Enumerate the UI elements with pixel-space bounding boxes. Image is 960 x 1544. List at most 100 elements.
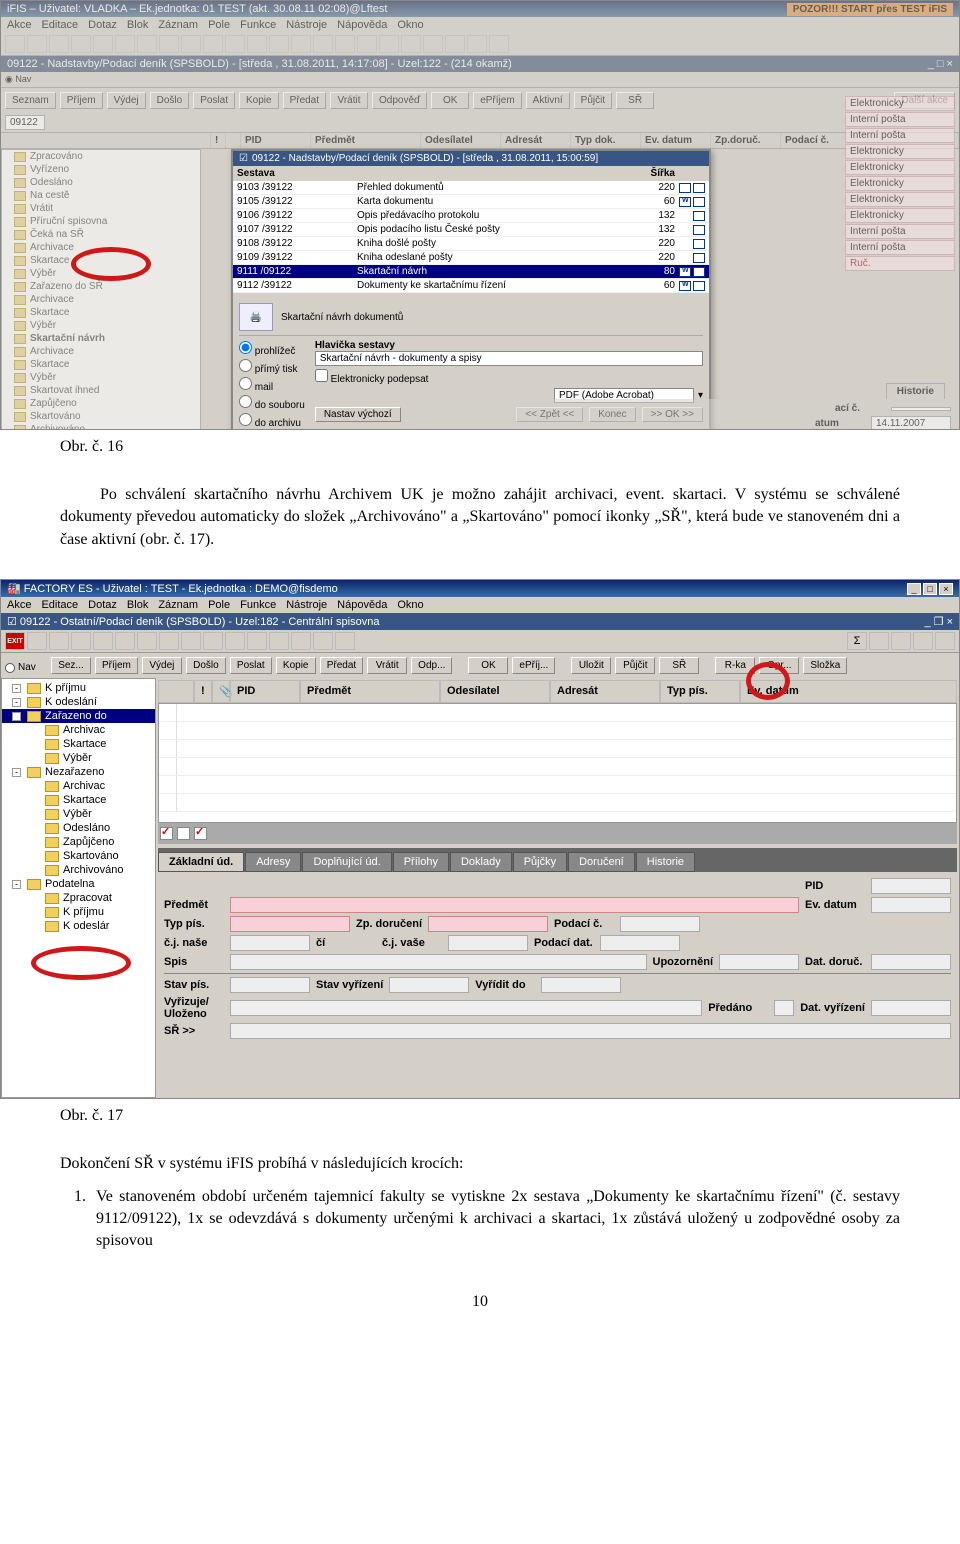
- tree-node[interactable]: Archivac: [2, 723, 155, 737]
- tree-node[interactable]: Příruční spisovna: [2, 215, 200, 228]
- tree-node[interactable]: Skartace: [2, 254, 200, 267]
- pujcit-button[interactable]: Půjčit: [574, 92, 612, 109]
- kopie-button[interactable]: Kopie: [239, 92, 279, 109]
- tab-historie[interactable]: Historie: [886, 383, 945, 399]
- output-options[interactable]: prohlížeč přímý tisk mail do souboru do …: [239, 340, 305, 430]
- stavvyriz-field[interactable]: [389, 977, 469, 993]
- tree-node[interactable]: Odesláno: [2, 821, 155, 835]
- report-row[interactable]: 9109 /39122Kniha odeslané pošty220: [233, 251, 709, 265]
- tree-node[interactable]: Výběr: [2, 371, 200, 384]
- tree-node[interactable]: Zapůjčeno: [2, 397, 200, 410]
- tree-node[interactable]: Odesláno: [2, 176, 200, 189]
- tree-node[interactable]: K odeslár: [2, 919, 155, 933]
- hdr-value[interactable]: Skartační návrh - dokumenty a spisy: [315, 351, 703, 366]
- tree-node[interactable]: Výběr: [2, 807, 155, 821]
- report-row[interactable]: 9103 /39122Přehled dokumentů220: [233, 181, 709, 195]
- tree-node[interactable]: -Nezařazeno: [2, 765, 155, 779]
- icon-toolbar-2[interactable]: EXIT Σ: [1, 630, 959, 653]
- tree-node[interactable]: Zapůjčeno: [2, 835, 155, 849]
- cjvase-field[interactable]: [448, 935, 528, 951]
- vyridit-field[interactable]: [541, 977, 621, 993]
- tab-adresy[interactable]: Adresy: [245, 852, 301, 872]
- ulozit-button[interactable]: Uložit: [571, 657, 611, 674]
- toolbar-icon[interactable]: [5, 35, 25, 53]
- opt-primy-tisk[interactable]: [239, 359, 252, 372]
- main-menu[interactable]: AkceEditaceDotazBlokZáznamPoleFunkceNást…: [1, 17, 959, 33]
- ok-button[interactable]: OK: [468, 657, 508, 674]
- typpis-field[interactable]: [230, 916, 350, 932]
- rka-button[interactable]: R-ka: [715, 657, 755, 674]
- report-row[interactable]: 9107 /39122Opis podacího listu České poš…: [233, 223, 709, 237]
- folder-tree-2[interactable]: -K příjmu-K odeslání-Zařazeno doArchivac…: [1, 678, 156, 1098]
- tree-node[interactable]: Zařazeno do SŘ: [2, 280, 200, 293]
- sr-button[interactable]: SŘ: [616, 92, 654, 109]
- tab-historie[interactable]: Historie: [636, 852, 695, 872]
- tree-node[interactable]: -K příjmu: [2, 681, 155, 695]
- evdatum-field[interactable]: [871, 897, 951, 913]
- tab-zakladni[interactable]: Základní úd.: [158, 852, 244, 872]
- aktivni-button[interactable]: Aktivní: [526, 92, 570, 109]
- predano-field[interactable]: [774, 1000, 794, 1016]
- tree-node[interactable]: Skartováno: [2, 410, 200, 423]
- tree-node[interactable]: Archivace: [2, 293, 200, 306]
- check-1[interactable]: [160, 827, 173, 840]
- tree-node[interactable]: Skartace: [2, 358, 200, 371]
- doslo-button[interactable]: Došlo: [150, 92, 190, 109]
- sr-field[interactable]: [230, 1023, 951, 1039]
- report-row[interactable]: 9111 /09122Skartační návrh80: [233, 265, 709, 279]
- doslo-button[interactable]: Došlo: [186, 657, 226, 674]
- predmet-field[interactable]: [230, 897, 799, 913]
- maximize-icon[interactable]: □: [923, 583, 937, 595]
- folder-tree[interactable]: ZpracovánoVyřízenoOdeslánoNa cestěVrátit…: [1, 149, 201, 430]
- tree-node[interactable]: Skartace: [2, 793, 155, 807]
- tree-node[interactable]: Na cestě: [2, 189, 200, 202]
- tab-doruceni[interactable]: Doručení: [568, 852, 635, 872]
- seznam-button[interactable]: Seznam: [5, 92, 56, 109]
- tree-node[interactable]: Archivace: [2, 241, 200, 254]
- podacic-field[interactable]: [620, 916, 700, 932]
- opt-mail[interactable]: [239, 377, 252, 390]
- upozorneni-field[interactable]: [719, 954, 799, 970]
- odpoved-button[interactable]: Odpověď: [372, 92, 427, 109]
- vydej-button[interactable]: Výdej: [107, 92, 146, 109]
- report-row[interactable]: 9108 /39122Kniha došlé pošty220: [233, 237, 709, 251]
- minimize-icon[interactable]: _: [907, 583, 921, 595]
- data-grid[interactable]: [158, 703, 957, 823]
- odp-button[interactable]: Odp...: [411, 657, 452, 674]
- predat-button[interactable]: Předat: [283, 92, 326, 109]
- vyrizuje-field[interactable]: [230, 1000, 702, 1016]
- tree-node[interactable]: Zpracovat: [2, 891, 155, 905]
- tree-node[interactable]: -Zařazeno do: [2, 709, 155, 723]
- tree-node[interactable]: Výběr: [2, 319, 200, 332]
- tree-node[interactable]: Výběr: [2, 267, 200, 280]
- stavpis-field[interactable]: [230, 977, 310, 993]
- opt-prohlizec[interactable]: [239, 341, 252, 354]
- prijem-button[interactable]: Příjem: [60, 92, 103, 109]
- tree-node[interactable]: Archivováno: [2, 423, 200, 430]
- sigma-icon[interactable]: Σ: [847, 632, 867, 650]
- close-icon[interactable]: ×: [939, 583, 953, 595]
- tree-node[interactable]: Archivováno: [2, 863, 155, 877]
- tab-pujcky[interactable]: Půjčky: [513, 852, 567, 872]
- eprijem-button[interactable]: ePříjem: [473, 92, 521, 109]
- tree-node[interactable]: Archivac: [2, 779, 155, 793]
- tab-doplnujici[interactable]: Doplňující úd.: [302, 852, 391, 872]
- tree-node[interactable]: Vyřízeno: [2, 163, 200, 176]
- poslat-button[interactable]: Poslat: [193, 92, 235, 109]
- tree-node[interactable]: Zpracováno: [2, 150, 200, 163]
- tree-node[interactable]: Výběr: [2, 751, 155, 765]
- check-2[interactable]: [177, 827, 190, 840]
- kopie-button[interactable]: Kopie: [276, 657, 316, 674]
- tree-node[interactable]: K příjmu: [2, 905, 155, 919]
- pid-field[interactable]: [871, 878, 951, 894]
- vydej-button[interactable]: Výdej: [142, 657, 182, 674]
- prijem-button[interactable]: Příjem: [95, 657, 138, 674]
- sign-checkbox[interactable]: [315, 369, 328, 382]
- report-row[interactable]: 9112 /39122Dokumenty ke skartačnímu říze…: [233, 279, 709, 293]
- datvyriz-field[interactable]: [871, 1000, 951, 1016]
- tree-node[interactable]: -K odeslání: [2, 695, 155, 709]
- opt-archiv[interactable]: [239, 413, 252, 426]
- poslat-button[interactable]: Poslat: [230, 657, 272, 674]
- slozka-button[interactable]: Složka: [803, 657, 847, 674]
- cjnase-field[interactable]: [230, 935, 310, 951]
